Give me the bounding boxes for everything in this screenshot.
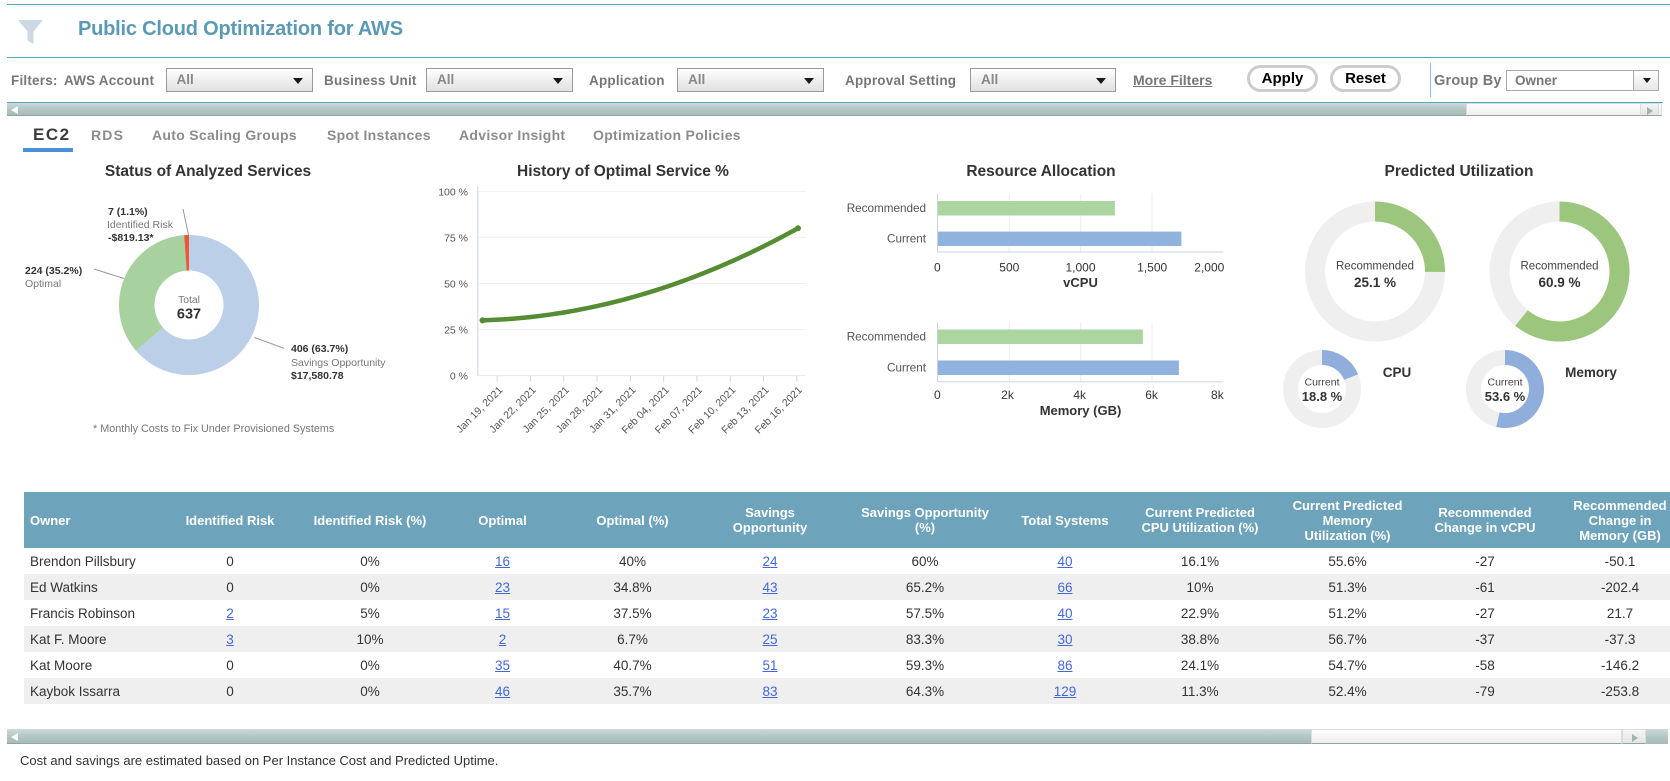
svg-text:25 %: 25 %	[444, 325, 468, 337]
svg-text:Memory: Memory	[1565, 365, 1617, 380]
svg-text:2,000: 2,000	[1194, 261, 1224, 275]
svg-text:CPU: CPU	[1383, 365, 1412, 380]
svg-text:18.8 %: 18.8 %	[1302, 389, 1343, 404]
svg-text:60.9 %: 60.9 %	[1538, 275, 1580, 290]
svg-text:$17,580.78: $17,580.78	[291, 370, 344, 382]
svg-text:Resource Allocation: Resource Allocation	[966, 163, 1115, 180]
svg-text:75 %: 75 %	[444, 232, 468, 244]
svg-text:Status of Analyzed Services: Status of Analyzed Services	[105, 163, 311, 180]
svg-text:Current: Current	[1304, 377, 1339, 389]
svg-text:Recommended: Recommended	[1336, 261, 1414, 273]
svg-text:100 %: 100 %	[438, 186, 468, 198]
svg-text:Predicted Utilization: Predicted Utilization	[1385, 163, 1534, 180]
svg-text:406 (63.7%): 406 (63.7%)	[291, 343, 348, 355]
svg-text:-$819.13*: -$819.13*	[108, 232, 154, 244]
svg-text:637: 637	[177, 307, 201, 323]
svg-text:6k: 6k	[1145, 388, 1159, 402]
svg-text:500: 500	[999, 261, 1019, 275]
svg-text:Optimal: Optimal	[25, 278, 61, 290]
svg-text:History of Optimal Service %: History of Optimal Service %	[517, 163, 729, 180]
svg-text:vCPU: vCPU	[1063, 275, 1098, 290]
svg-text:* Monthly Costs to Fix Under P: * Monthly Costs to Fix Under Provisioned…	[93, 423, 335, 435]
svg-text:Recommended: Recommended	[847, 331, 926, 344]
svg-text:4k: 4k	[1073, 388, 1087, 402]
svg-text:Current: Current	[1487, 377, 1522, 389]
svg-text:0: 0	[934, 388, 941, 402]
svg-text:0: 0	[934, 261, 941, 275]
svg-text:Recommended: Recommended	[847, 202, 926, 215]
svg-text:50 %: 50 %	[444, 278, 468, 290]
svg-text:Current: Current	[887, 362, 927, 375]
svg-text:1,500: 1,500	[1137, 261, 1167, 275]
svg-text:Total: Total	[178, 295, 200, 306]
svg-text:25.1 %: 25.1 %	[1354, 275, 1396, 290]
svg-text:Savings Opportunity: Savings Opportunity	[291, 357, 386, 369]
svg-text:Identified Risk: Identified Risk	[107, 219, 174, 231]
svg-text:53.6 %: 53.6 %	[1485, 389, 1526, 404]
svg-text:Memory (GB): Memory (GB)	[1040, 403, 1122, 418]
svg-text:2k: 2k	[1001, 388, 1015, 402]
svg-text:Current: Current	[887, 233, 927, 246]
svg-text:7 (1.1%): 7 (1.1%)	[108, 206, 148, 218]
svg-text:224 (35.2%): 224 (35.2%)	[25, 265, 82, 277]
svg-text:0 %: 0 %	[450, 371, 468, 383]
svg-text:1,000: 1,000	[1065, 261, 1095, 275]
svg-text:Recommended: Recommended	[1521, 261, 1599, 273]
svg-text:8k: 8k	[1211, 388, 1225, 402]
